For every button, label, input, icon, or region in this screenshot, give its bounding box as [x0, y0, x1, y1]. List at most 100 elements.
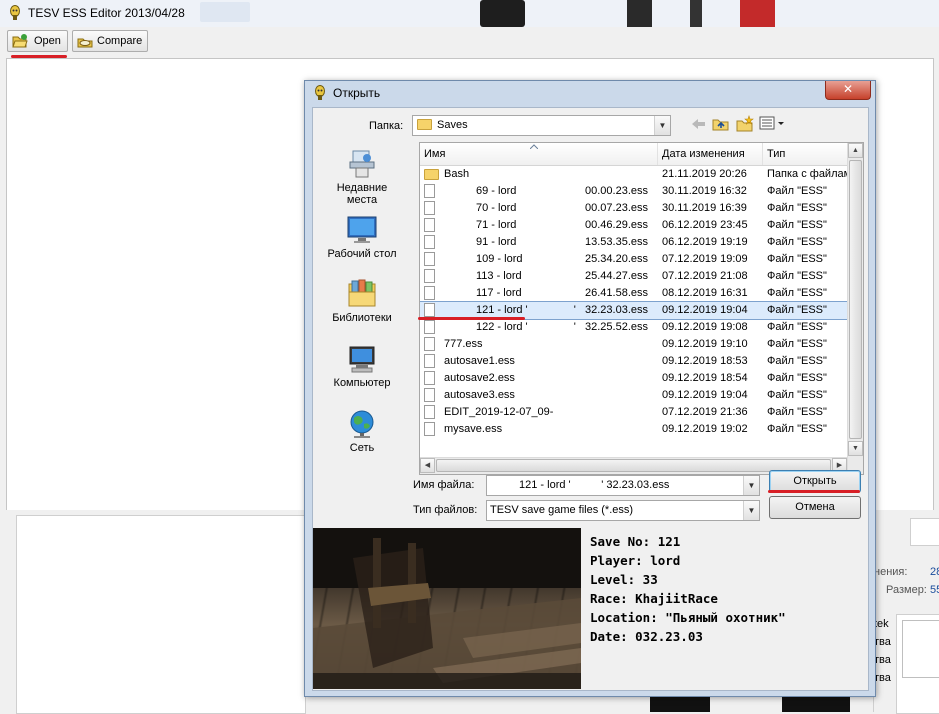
open-button[interactable]: Open: [7, 30, 68, 52]
file-icon: [424, 303, 438, 318]
file-row[interactable]: EDIT_2019-12-07_09-53-06-.ess 07.12.2019 …: [420, 404, 847, 421]
file-name-suffix: 00.46.29.ess: [585, 219, 648, 231]
column-date-label: Дата изменения: [662, 148, 745, 160]
file-list-header: Имя Дата изменения Тип: [420, 143, 847, 166]
file-icon: [424, 286, 438, 301]
file-date: 08.12.2019 16:31: [662, 287, 748, 299]
background-box: [902, 620, 939, 678]
places-desktop[interactable]: Рабочий стол: [323, 214, 401, 260]
vertical-scroll-thumb[interactable]: [849, 160, 862, 439]
file-date: 09.12.2019 19:08: [662, 321, 748, 333]
file-type: Файл "ESS": [767, 406, 827, 418]
cancel-button[interactable]: Отмена: [769, 496, 861, 519]
app-titlebar: TESV ESS Editor 2013/04/28: [0, 0, 939, 28]
dialog-title: Открыть: [333, 86, 381, 100]
places-libraries[interactable]: Библиотеки: [323, 278, 401, 324]
file-row[interactable]: 69 - lord 00.00.23.ess 30.11.2019 16:32 Фай…: [420, 183, 847, 200]
file-list[interactable]: Имя Дата изменения Тип Bash 21.11.2019 20…: [419, 142, 864, 475]
open-button-label: Open: [34, 35, 61, 47]
filename-input[interactable]: 121 - lord ' ' 32.23.03.ess ▼: [486, 475, 760, 496]
file-row[interactable]: Bash 21.11.2019 20:26 Папка с файлами: [420, 166, 847, 183]
app-toolbar: Open Compare: [0, 27, 939, 57]
file-row[interactable]: autosave3.ess 09.12.2019 19:04 Файл "ESS": [420, 387, 847, 404]
file-icon: [424, 269, 438, 284]
file-row[interactable]: 122 - lord ' ' 32.25.52.ess 09.12.2019 19:…: [420, 319, 847, 336]
network-icon: [350, 410, 374, 438]
filetype-dropdown[interactable]: TESV save game files (*.ess) ▼: [486, 500, 760, 521]
file-name-suffix: 25.44.27.ess: [585, 270, 648, 282]
scroll-up-icon[interactable]: ▲: [848, 143, 863, 158]
open-file-dialog: Открыть ✕ Папка: Saves ▼ Недавние места …: [304, 80, 876, 697]
file-date: 30.11.2019 16:32: [662, 185, 747, 197]
file-type: Файл "ESS": [767, 287, 827, 299]
libraries-icon: [348, 279, 376, 307]
background-taskbar-fragment: [740, 0, 775, 27]
up-folder-icon[interactable]: [712, 116, 730, 132]
places-libraries-label: Библиотеки: [332, 312, 392, 324]
background-white-panel: [16, 515, 306, 714]
places-network[interactable]: Сеть: [323, 408, 401, 454]
dialog-close-button[interactable]: ✕: [825, 81, 871, 100]
chevron-down-icon[interactable]: ▼: [743, 476, 759, 495]
file-type: Файл "ESS": [767, 236, 827, 248]
file-date: 09.12.2019 19:04: [662, 389, 748, 401]
column-name-header[interactable]: Имя: [420, 143, 658, 165]
file-type: Файл "ESS": [767, 423, 827, 435]
file-type: Файл "ESS": [767, 185, 827, 197]
save-info-panel: Save No: 121 Player: lord Level: 33 Race…: [590, 532, 786, 646]
file-row[interactable]: 117 - lord 26.41.58.ess 08.12.2019 16:31 Фа…: [420, 285, 847, 302]
file-date: 09.12.2019 18:53: [662, 355, 748, 367]
background-taskbar-fragment: [690, 0, 702, 27]
places-recent[interactable]: Недавние места: [323, 148, 401, 206]
file-icon: [424, 354, 438, 369]
new-folder-icon[interactable]: [736, 115, 754, 132]
file-date: 07.12.2019 21:08: [662, 270, 748, 282]
folder-value: Saves: [437, 119, 468, 131]
file-icon: [424, 371, 438, 386]
file-name: mysave.ess: [444, 423, 503, 435]
file-name: 777.ess: [444, 338, 483, 350]
file-icon: [424, 405, 438, 420]
file-type: Файл "ESS": [767, 355, 827, 367]
save-player: Player: lord: [590, 553, 681, 568]
folder-dropdown[interactable]: Saves ▼: [412, 115, 671, 136]
scroll-down-icon[interactable]: ▼: [848, 441, 863, 456]
column-type-label: Тип: [767, 148, 786, 160]
places-computer[interactable]: Компьютер: [323, 343, 401, 389]
background-taskbar-fragment: [480, 0, 525, 27]
file-row[interactable]: autosave1.ess 09.12.2019 18:53 Файл "ESS": [420, 353, 847, 370]
file-icon: [424, 388, 438, 403]
background-changed-label: нения:: [874, 566, 908, 578]
file-row[interactable]: 777.ess 09.12.2019 19:10 Файл "ESS": [420, 336, 847, 353]
file-row[interactable]: 70 - lord 00.07.23.ess 30.11.2019 16:39 Фай…: [420, 200, 847, 217]
scroll-left-icon[interactable]: ◀: [420, 458, 435, 473]
background-text: tek: [874, 618, 889, 630]
recent-places-icon: [349, 150, 375, 178]
chevron-down-icon[interactable]: ▼: [743, 501, 759, 520]
vertical-scrollbar[interactable]: ▲ ▼: [847, 143, 863, 474]
chevron-down-icon[interactable]: ▼: [654, 116, 670, 135]
file-row[interactable]: 113 - lord 25.44.27.ess 07.12.2019 21:08 Фа…: [420, 268, 847, 285]
back-icon[interactable]: [690, 117, 706, 131]
file-name: autosave3.ess: [444, 389, 515, 401]
file-row[interactable]: 91 - lord 13.53.35.ess 06.12.2019 19:19 Фай…: [420, 234, 847, 251]
file-type: Файл "ESS": [767, 219, 827, 231]
file-date: 07.12.2019 21:36: [662, 406, 748, 418]
filename-label: Имя файла:: [413, 479, 475, 491]
save-race: Race: KhajiitRace: [590, 591, 718, 606]
compare-button[interactable]: Compare: [72, 30, 148, 52]
file-icon: [424, 337, 438, 352]
column-date-header[interactable]: Дата изменения: [658, 143, 763, 165]
file-row[interactable]: mysave.ess 09.12.2019 19:02 Файл "ESS": [420, 421, 847, 438]
file-row[interactable]: 71 - lord 00.46.29.ess 06.12.2019 23:45 Фай…: [420, 217, 847, 234]
view-menu-icon[interactable]: [759, 116, 785, 130]
column-type-header[interactable]: Тип: [763, 143, 847, 165]
filetype-label: Тип файлов:: [413, 504, 478, 516]
file-name-suffix: 00.00.23.ess: [585, 185, 648, 197]
file-type: Файл "ESS": [767, 202, 827, 214]
file-icon: [424, 184, 438, 199]
file-name-suffix: 25.34.20.ess: [585, 253, 648, 265]
file-row[interactable]: autosave2.ess 09.12.2019 18:54 Файл "ESS": [420, 370, 847, 387]
file-row[interactable]: 109 - lord 25.34.20.ess 07.12.2019 19:09 Фа…: [420, 251, 847, 268]
dialog-app-icon: [315, 85, 325, 100]
